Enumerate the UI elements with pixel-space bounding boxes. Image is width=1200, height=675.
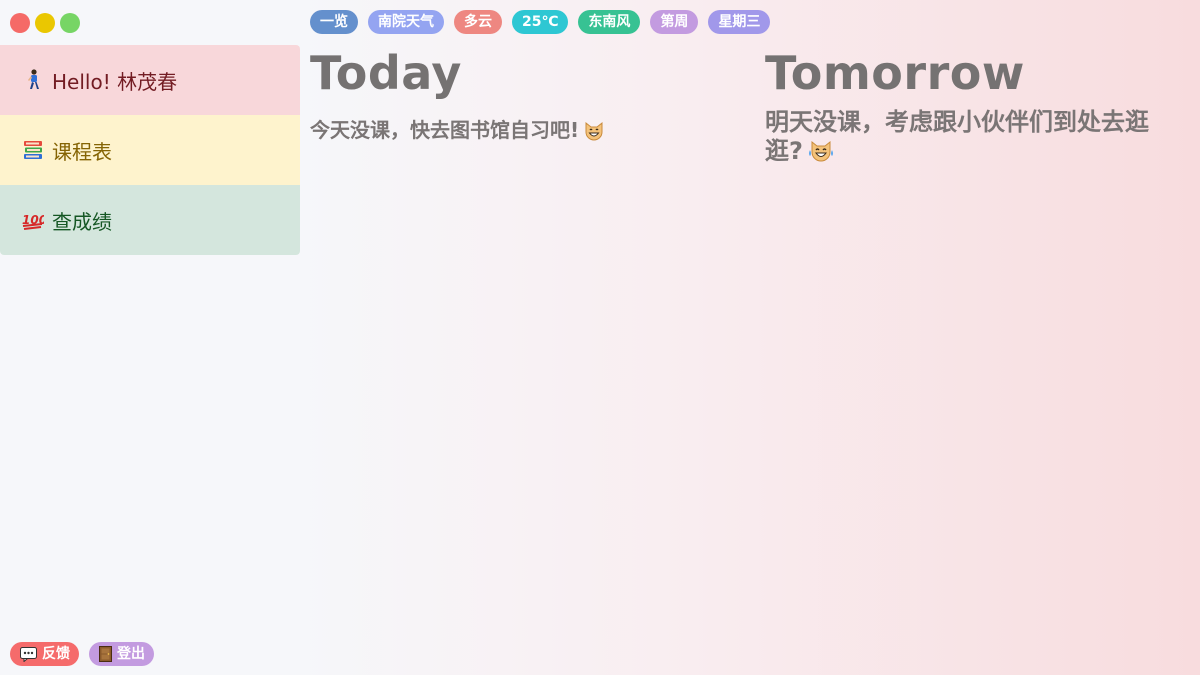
tomorrow-panel: Tomorrow 明天没课，考虑跟小伙伴们到处去逛逛? [765, 44, 1185, 171]
today-message: 今天没课，快去图书馆自习吧! [310, 118, 580, 142]
today-panel: Today 今天没课，快去图书馆自习吧! [310, 44, 750, 149]
door-icon [99, 646, 112, 662]
close-window-button[interactable] [10, 13, 30, 33]
pill-weather-condition: 多云 [454, 10, 502, 34]
sidebar-item-label: Hello! 林茂春 [52, 69, 178, 94]
speech-bubble-icon [20, 646, 37, 662]
logout-label: 登出 [117, 646, 145, 662]
sidebar-item-label: 课程表 [52, 139, 112, 164]
books-icon [22, 139, 44, 161]
sidebar-item-schedule[interactable]: 课程表 [0, 115, 300, 185]
feedback-label: 反馈 [42, 646, 70, 662]
tomorrow-title: Tomorrow [765, 46, 1025, 100]
today-title: Today [310, 46, 462, 100]
today-message-row: 今天没课，快去图书馆自习吧! [310, 116, 750, 149]
grinning-cat-icon [583, 120, 605, 149]
tomorrow-message-row: 明天没课，考虑跟小伙伴们到处去逛逛? [765, 108, 1185, 171]
window-controls [10, 13, 80, 33]
pill-campus-weather: 南院天气 [368, 10, 444, 34]
pill-week-number: 第周 [650, 10, 699, 34]
maximize-window-button[interactable] [60, 13, 80, 33]
pill-wind: 东南风 [578, 10, 641, 34]
sidebar-item-label: 查成绩 [52, 209, 112, 234]
hundred-points-icon: 100 [22, 209, 44, 231]
pill-overview[interactable]: 一览 [310, 10, 358, 34]
minimize-window-button[interactable] [35, 13, 55, 33]
cat-tears-of-joy-icon [807, 138, 835, 171]
sidebar-item-grades[interactable]: 100 查成绩 [0, 185, 300, 255]
sidebar-item-hello[interactable]: Hello! 林茂春 [0, 45, 300, 115]
person-walking-icon [22, 69, 44, 91]
sidebar: Hello! 林茂春 课程表 100 查成绩 [0, 45, 300, 255]
pill-weekday: 星期三 [708, 10, 771, 34]
pill-temperature: 25℃ [512, 10, 569, 34]
bottom-actions: 反馈 登出 [10, 642, 154, 666]
logout-button[interactable]: 登出 [89, 642, 154, 666]
top-pill-bar: 一览 南院天气 多云 25℃ 东南风 第周 星期三 [310, 10, 771, 34]
feedback-button[interactable]: 反馈 [10, 642, 79, 666]
